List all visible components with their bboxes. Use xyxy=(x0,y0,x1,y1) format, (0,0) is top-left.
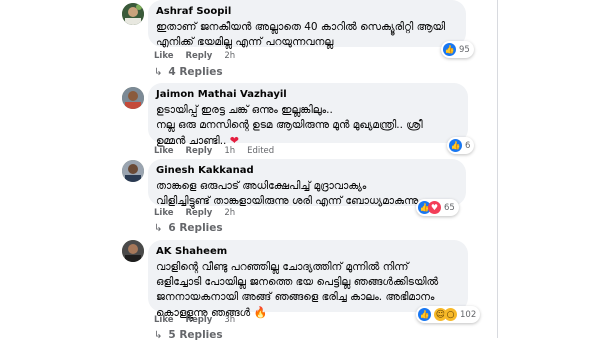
like-icon: 👍 xyxy=(418,308,431,321)
avatar[interactable] xyxy=(122,3,144,25)
reaction-summary[interactable]: 👍 6 xyxy=(447,137,475,154)
comment-line: ഉടായിപ്പ് ഇരട്ട ചങ്ക് ഒന്നും ഇല്ലങ്കിലും… xyxy=(156,104,333,116)
column-divider xyxy=(497,0,498,338)
timestamp[interactable]: 3h xyxy=(224,315,235,325)
comment-line: വിളിച്ചിട്ടുണ്ട് താങ്കളായിരുന്നു ശരി എന്… xyxy=(156,195,419,207)
reaction-count: 6 xyxy=(465,140,471,151)
reply-arrow-icon: ↳ xyxy=(154,222,163,234)
avatar[interactable] xyxy=(122,240,144,262)
comment-text: ഉടായിപ്പ് ഇരട്ട ചങ്ക് ഒന്നും ഇല്ലങ്കിലും… xyxy=(156,103,458,149)
comment-bubble: Ashraf Soopil ഇതാണ് ജനകീയൻ അല്ലാതെ 40 കാ… xyxy=(148,0,466,50)
like-link[interactable]: Like xyxy=(154,146,174,156)
love-icon: ♥ xyxy=(428,201,441,214)
avatar[interactable] xyxy=(122,87,144,109)
reply-link[interactable]: Reply xyxy=(186,51,213,61)
reaction-summary[interactable]: 👍 95 xyxy=(441,41,474,58)
timestamp[interactable]: 2h xyxy=(224,51,235,61)
comment-actions: Like Reply 1h Edited xyxy=(154,146,283,156)
reply-link[interactable]: Reply xyxy=(186,146,213,156)
reply-arrow-icon: ↳ xyxy=(154,329,163,341)
comment-text: വാളിന്റെ വീണ്ടു പറഞ്ഞില്ല ചോദ്യത്തിന് മു… xyxy=(156,260,458,321)
reaction-count: 65 xyxy=(444,202,455,213)
fire-emoji-icon: 🔥 xyxy=(253,306,268,319)
comment-line: ഒളിച്ചോടി പോയില്ല ജനത്തെ ഭയ പെട്ടില്ല ഞങ… xyxy=(156,276,439,288)
comment-actions: Like Reply 2h xyxy=(154,51,244,61)
comment-author[interactable]: Ginesh Kakkanad xyxy=(156,164,456,177)
comment-line: എനിക്ക് ഭയമില്ല എന്ന് പറയുന്നവനല്ല xyxy=(156,36,334,48)
wow-icon: ○ xyxy=(444,308,457,321)
comment-line: താങ്കളെ ഒരുപാട് അധിക്ഷേപിച്ച് മുദ്രാവാക്… xyxy=(156,180,367,192)
comment-bubble: Jaimon Mathai Vazhayil ഉടായിപ്പ് ഇരട്ട ച… xyxy=(148,83,468,147)
comment-author[interactable]: Ashraf Soopil xyxy=(156,5,456,18)
reply-link[interactable]: Reply xyxy=(186,208,213,218)
replies-label: 6 Replies xyxy=(168,222,223,234)
comment-text: ഇതാണ് ജനകീയൻ അല്ലാതെ 40 കാറിൽ സെക്യൂരിറ്… xyxy=(156,20,456,50)
like-icon: 👍 xyxy=(443,43,456,56)
replies-label: 5 Replies xyxy=(168,329,223,341)
comment-line: ജനനായകനായി അങ്ങ് ഞങ്ങളെ ഭരിച്ച കാലം. അഭി… xyxy=(156,291,435,303)
reaction-summary[interactable]: 👍 ☺ ○ 102 xyxy=(416,306,481,323)
comment-actions: Like Reply 2h xyxy=(154,208,244,218)
like-icon: 👍 xyxy=(449,139,462,152)
reaction-summary[interactable]: 👍 ♥ 65 xyxy=(416,199,459,216)
like-link[interactable]: Like xyxy=(154,315,174,325)
comment-text: താങ്കളെ ഒരുപാട് അധിക്ഷേപിച്ച് മുദ്രാവാക്… xyxy=(156,179,456,209)
reaction-count: 102 xyxy=(460,309,477,320)
view-replies-button[interactable]: ↳ 6 Replies xyxy=(154,222,223,234)
timestamp[interactable]: 2h xyxy=(224,208,235,218)
view-replies-button[interactable]: ↳ 5 Replies xyxy=(154,329,223,341)
view-replies-button[interactable]: ↳ 4 Replies xyxy=(154,66,223,78)
comment-line: വാളിന്റെ വീണ്ടു പറഞ്ഞില്ല ചോദ്യത്തിന് മു… xyxy=(156,261,409,273)
like-link[interactable]: Like xyxy=(154,51,174,61)
reply-arrow-icon: ↳ xyxy=(154,66,163,78)
comment-author[interactable]: Jaimon Mathai Vazhayil xyxy=(156,88,458,101)
comment-bubble: AK Shaheem വാളിന്റെ വീണ്ടു പറഞ്ഞില്ല ചോദ… xyxy=(148,240,468,319)
comment-line: നല്ല ഒരു മനസിന്റെ ഉടമ ആയിരുന്നു മുൻ മുഖ്… xyxy=(156,119,423,131)
edited-label: Edited xyxy=(247,146,275,156)
like-link[interactable]: Like xyxy=(154,208,174,218)
timestamp[interactable]: 1h xyxy=(224,146,235,156)
comment-author[interactable]: AK Shaheem xyxy=(156,245,458,258)
replies-label: 4 Replies xyxy=(168,66,223,78)
comment-line: ഇതാണ് ജനകീയൻ അല്ലാതെ 40 കാറിൽ സെക്യൂരിറ്… xyxy=(156,21,446,33)
avatar[interactable] xyxy=(122,160,144,182)
reply-link[interactable]: Reply xyxy=(186,315,213,325)
comment-bubble: Ginesh Kakkanad താങ്കളെ ഒരുപാട് അധിക്ഷേപ… xyxy=(148,159,466,209)
reaction-count: 95 xyxy=(459,44,470,55)
comment-actions: Like Reply 3h xyxy=(154,315,244,325)
